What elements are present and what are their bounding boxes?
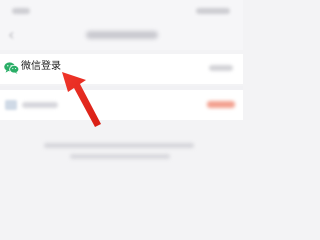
red-arrow-shape bbox=[62, 72, 101, 127]
annotation-arrow bbox=[62, 72, 101, 127]
